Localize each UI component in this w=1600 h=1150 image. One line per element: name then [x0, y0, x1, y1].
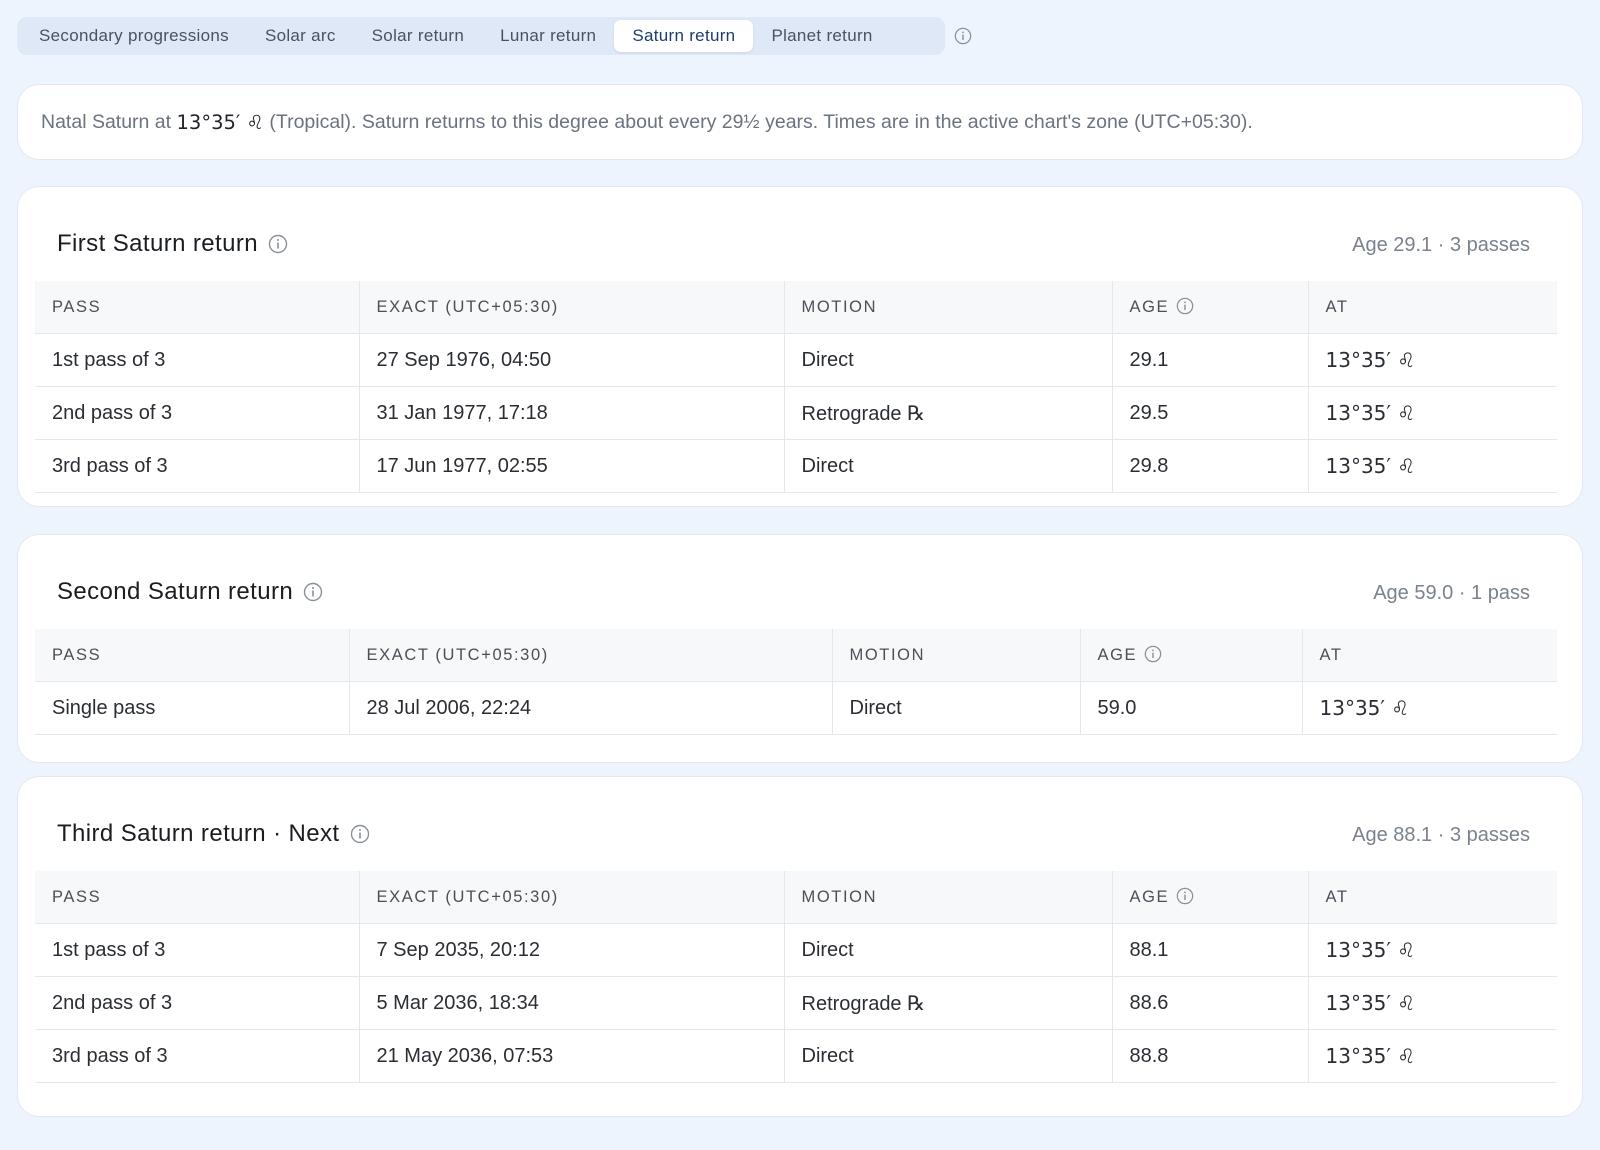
column-header-pass: PASS [35, 281, 359, 334]
at-cell: 13°35′ ♌︎ [1301, 681, 1557, 735]
table-header-row: PASS EXACT (UTC+05:30) MOTION AGE AT [35, 871, 1557, 924]
age-cell: 88.6 [1111, 976, 1308, 1030]
age-cell: 88.1 [1111, 923, 1308, 977]
pass-cell: Single pass [35, 681, 349, 735]
column-header-age-label: AGE [1129, 888, 1170, 906]
exact-cell: 31 Jan 1977, 17:18 [358, 386, 784, 440]
column-header-motion: MOTION [783, 871, 1112, 924]
column-header-exact: EXACT (UTC+05:30) [348, 629, 832, 682]
info-icon[interactable] [1176, 297, 1194, 315]
table-row: 2nd pass of 3 31 Jan 1977, 17:18 Retrogr… [35, 386, 1557, 440]
table-header-row: PASS EXACT (UTC+05:30) MOTION AGE AT [35, 281, 1557, 334]
section-title: First Saturn return [57, 230, 288, 258]
info-icon[interactable] [350, 824, 370, 844]
column-header-age-label: AGE [1129, 298, 1170, 316]
pass-cell: 1st pass of 3 [35, 923, 359, 977]
tab-solar-return[interactable]: Solar return [354, 20, 482, 52]
section-second-saturn-return: Second Saturn return Age 59.0 · 1 pass P… [17, 534, 1583, 763]
table-row: Single pass 28 Jul 2006, 22:24 Direct 59… [35, 681, 1557, 735]
natal-saturn-position: 13°35′ ♌︎ [176, 110, 264, 134]
section-title: Second Saturn return [57, 578, 323, 606]
motion-cell: Direct [831, 681, 1080, 735]
section-meta: Age 88.1 · 3 passes [1352, 824, 1530, 846]
at-cell: 13°35′ ♌︎ [1307, 439, 1557, 493]
table-row: 1st pass of 3 27 Sep 1976, 04:50 Direct … [35, 333, 1557, 387]
section-third-saturn-return: Third Saturn return · Next Age 88.1 · 3 … [17, 776, 1583, 1117]
column-header-age: AGE [1079, 629, 1302, 682]
natal-saturn-summary: Natal Saturn at 13°35′ ♌︎ (Tropical). Sa… [17, 84, 1583, 160]
section-meta: Age 29.1 · 3 passes [1352, 234, 1530, 256]
intro-prefix: Natal Saturn at [41, 110, 172, 133]
tab-solar-arc[interactable]: Solar arc [247, 20, 354, 52]
info-icon[interactable] [954, 27, 972, 45]
exact-cell: 5 Mar 2036, 18:34 [358, 976, 784, 1030]
motion-cell: Direct [783, 923, 1112, 977]
pass-cell: 3rd pass of 3 [35, 439, 359, 493]
column-header-pass: PASS [35, 629, 349, 682]
exact-cell: 27 Sep 1976, 04:50 [358, 333, 784, 387]
section-title-text: Third Saturn return · Next [57, 820, 340, 847]
info-icon[interactable] [268, 234, 288, 254]
age-cell: 59.0 [1079, 681, 1302, 735]
exact-cell: 17 Jun 1977, 02:55 [358, 439, 784, 493]
returns-table: PASS EXACT (UTC+05:30) MOTION AGE AT 1st… [35, 281, 1557, 493]
table-row: 3rd pass of 3 17 Jun 1977, 02:55 Direct … [35, 439, 1557, 493]
column-header-at: AT [1307, 281, 1557, 334]
column-header-motion: MOTION [783, 281, 1112, 334]
table-row: 1st pass of 3 7 Sep 2035, 20:12 Direct 8… [35, 923, 1557, 977]
age-cell: 88.8 [1111, 1029, 1308, 1083]
table-row: 2nd pass of 3 5 Mar 2036, 18:34 Retrogra… [35, 976, 1557, 1030]
column-header-age: AGE [1111, 871, 1308, 924]
pass-cell: 2nd pass of 3 [35, 976, 359, 1030]
at-cell: 13°35′ ♌︎ [1307, 386, 1557, 440]
column-header-at: AT [1301, 629, 1557, 682]
column-header-age-label: AGE [1097, 646, 1138, 664]
motion-cell: Retrograde ℞ [783, 976, 1112, 1030]
exact-cell: 28 Jul 2006, 22:24 [348, 681, 832, 735]
saturn-return-view: Secondary progressions Solar arc Solar r… [0, 0, 1600, 1150]
tab-secondary-progressions[interactable]: Secondary progressions [21, 20, 247, 52]
at-cell: 13°35′ ♌︎ [1307, 923, 1557, 977]
tab-bar: Secondary progressions Solar arc Solar r… [17, 17, 945, 55]
column-header-exact: EXACT (UTC+05:30) [358, 281, 784, 334]
tab-lunar-return[interactable]: Lunar return [482, 20, 614, 52]
column-header-age: AGE [1111, 281, 1308, 334]
column-header-at: AT [1307, 871, 1557, 924]
pass-cell: 3rd pass of 3 [35, 1029, 359, 1083]
at-cell: 13°35′ ♌︎ [1307, 976, 1557, 1030]
returns-table: PASS EXACT (UTC+05:30) MOTION AGE AT Sin… [35, 629, 1557, 735]
age-cell: 29.5 [1111, 386, 1308, 440]
motion-cell: Retrograde ℞ [783, 386, 1112, 440]
column-header-motion: MOTION [831, 629, 1080, 682]
pass-cell: 2nd pass of 3 [35, 386, 359, 440]
motion-cell: Direct [783, 333, 1112, 387]
column-header-pass: PASS [35, 871, 359, 924]
motion-cell: Direct [783, 439, 1112, 493]
intro-suffix: (Tropical). Saturn returns to this degre… [269, 110, 1253, 133]
section-meta: Age 59.0 · 1 pass [1373, 582, 1530, 604]
section-title-text: First Saturn return [57, 230, 258, 257]
table-header-row: PASS EXACT (UTC+05:30) MOTION AGE AT [35, 629, 1557, 682]
table-row: 3rd pass of 3 21 May 2036, 07:53 Direct … [35, 1029, 1557, 1083]
section-title-text: Second Saturn return [57, 578, 294, 605]
motion-cell: Direct [783, 1029, 1112, 1083]
exact-cell: 21 May 2036, 07:53 [358, 1029, 784, 1083]
at-cell: 13°35′ ♌︎ [1307, 333, 1557, 387]
age-cell: 29.1 [1111, 333, 1308, 387]
tab-saturn-return[interactable]: Saturn return [614, 20, 754, 52]
exact-cell: 7 Sep 2035, 20:12 [358, 923, 784, 977]
info-icon[interactable] [1176, 887, 1194, 905]
tab-planet-return[interactable]: Planet return [753, 20, 890, 52]
section-first-saturn-return: First Saturn return Age 29.1 · 3 passes … [17, 186, 1583, 507]
at-cell: 13°35′ ♌︎ [1307, 1029, 1557, 1083]
column-header-exact: EXACT (UTC+05:30) [358, 871, 784, 924]
pass-cell: 1st pass of 3 [35, 333, 359, 387]
info-icon[interactable] [303, 582, 323, 602]
section-title: Third Saturn return · Next [57, 820, 370, 848]
returns-table: PASS EXACT (UTC+05:30) MOTION AGE AT 1st… [35, 871, 1557, 1083]
age-cell: 29.8 [1111, 439, 1308, 493]
info-icon[interactable] [1144, 645, 1162, 663]
